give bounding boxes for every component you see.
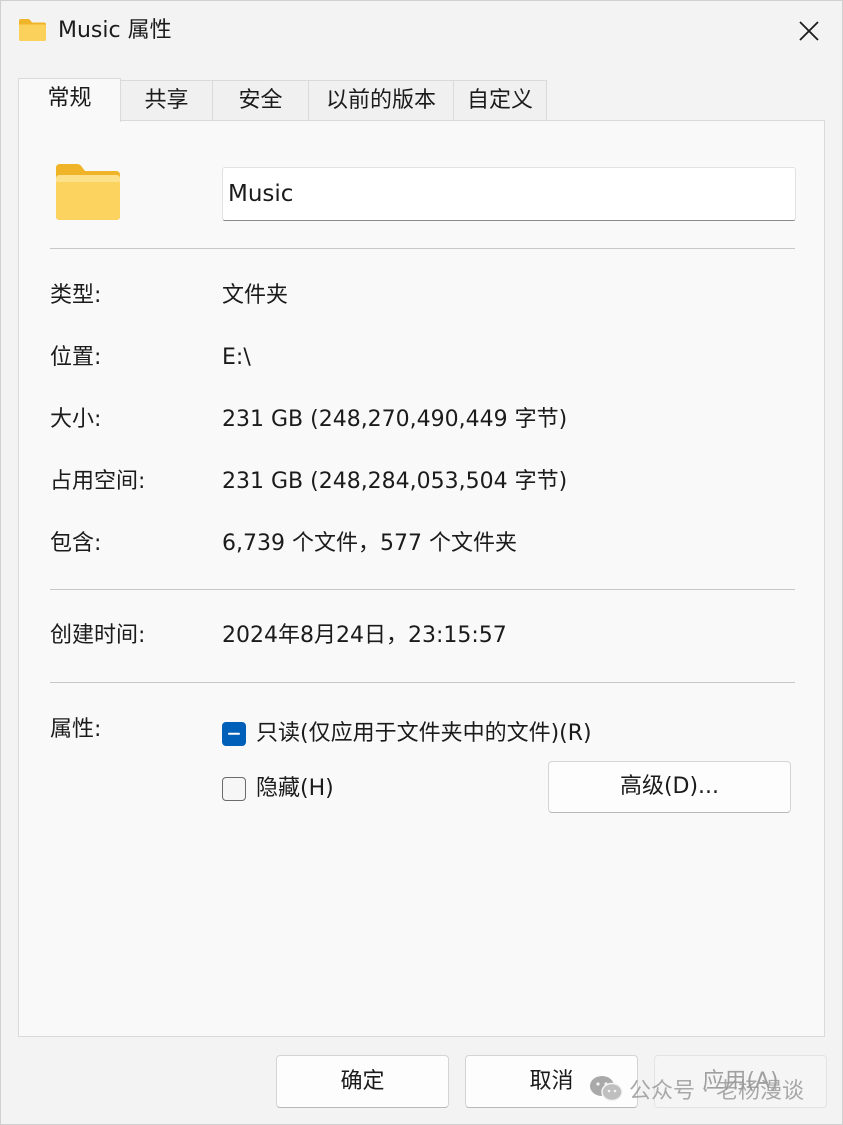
advanced-button[interactable]: 高级(D)...	[548, 761, 791, 813]
tab-label: 自定义	[466, 88, 533, 113]
type-label: 类型:	[50, 283, 102, 308]
watermark: 公众号 · 老杨漫谈	[589, 1073, 804, 1105]
readonly-checkbox-label: 只读(仅应用于文件夹中的文件)(R)	[256, 721, 592, 746]
created-label: 创建时间:	[50, 623, 146, 648]
window-title: Music 属性	[58, 18, 172, 43]
hidden-checkbox-box[interactable]	[222, 777, 246, 801]
location-label: 位置:	[50, 345, 102, 370]
tab-general[interactable]: 常规	[18, 78, 121, 122]
size-on-disk-label: 占用空间:	[50, 469, 146, 494]
type-value: 文件夹	[222, 283, 289, 308]
tab-label: 共享	[144, 88, 189, 113]
contains-value: 6,739 个文件，577 个文件夹	[222, 531, 517, 556]
tab-label: 以前的版本	[325, 88, 436, 113]
tab-label: 安全	[238, 88, 283, 113]
size-value: 231 GB (248,270,490,449 字节)	[222, 407, 568, 432]
readonly-checkbox[interactable]: 只读(仅应用于文件夹中的文件)(R)	[222, 719, 592, 749]
close-icon	[799, 21, 819, 41]
tab-label: 常规	[47, 86, 92, 111]
properties-dialog: Music 属性 常规 共享 安全 以前的版本 自定义 Music 类型: 文件…	[0, 0, 843, 1125]
contains-label: 包含:	[50, 531, 102, 556]
size-on-disk-value: 231 GB (248,284,053,504 字节)	[222, 469, 568, 494]
folder-name-input[interactable]	[222, 167, 796, 221]
close-button[interactable]	[787, 11, 831, 51]
location-value: E:\	[222, 345, 251, 370]
divider	[50, 682, 795, 683]
readonly-checkbox-box[interactable]	[222, 722, 246, 746]
ok-button[interactable]: 确定	[276, 1055, 449, 1108]
attributes-label: 属性:	[50, 717, 102, 742]
general-panel: 类型: 文件夹 位置: E:\ 大小: 231 GB (248,270,490,…	[18, 120, 825, 1037]
minus-icon	[228, 732, 240, 735]
tab-security[interactable]: 安全	[212, 80, 309, 122]
watermark-text: 公众号 · 老杨漫谈	[629, 1079, 804, 1104]
hidden-checkbox[interactable]: 隐藏(H)	[222, 774, 334, 804]
tab-sharing[interactable]: 共享	[120, 80, 213, 122]
folder-icon	[56, 164, 120, 220]
divider	[50, 589, 795, 590]
tab-customize[interactable]: 自定义	[453, 80, 547, 122]
title-bar: Music 属性	[1, 1, 842, 61]
tab-strip: 常规 共享 安全 以前的版本 自定义	[18, 78, 547, 122]
created-value: 2024年8月24日，23:15:57	[222, 623, 507, 648]
folder-icon	[19, 19, 46, 41]
hidden-checkbox-label: 隐藏(H)	[256, 776, 334, 801]
tab-previous-versions[interactable]: 以前的版本	[308, 80, 454, 122]
size-label: 大小:	[50, 407, 102, 432]
divider	[50, 248, 795, 249]
wechat-icon	[590, 1076, 623, 1102]
